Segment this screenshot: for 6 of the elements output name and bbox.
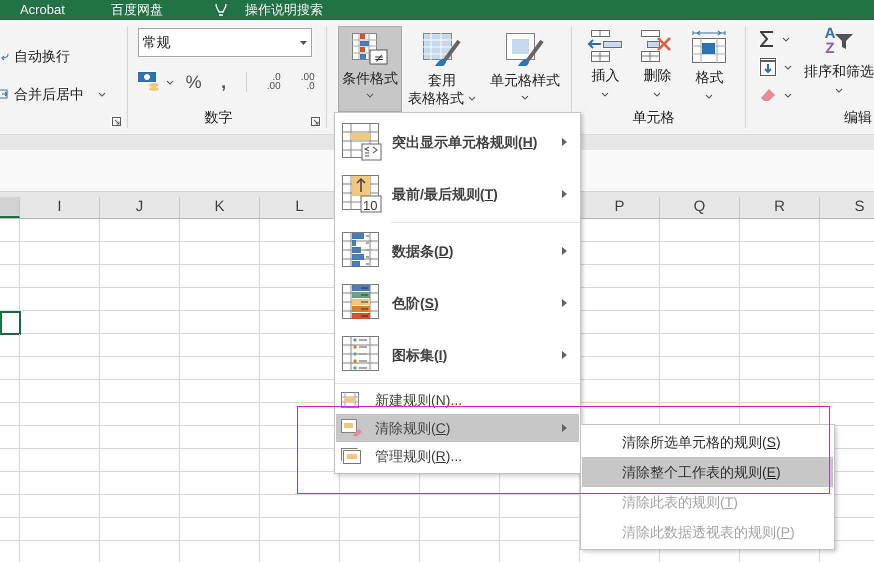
sort-letter: Z — [824, 41, 836, 56]
top-bottom-rules-icon: 10 — [342, 175, 382, 213]
group-label: 数字 — [204, 108, 233, 127]
group-label: 单元格 — [632, 108, 674, 127]
sort-letter: A — [824, 26, 836, 41]
group-label: 编辑 — [844, 108, 872, 127]
